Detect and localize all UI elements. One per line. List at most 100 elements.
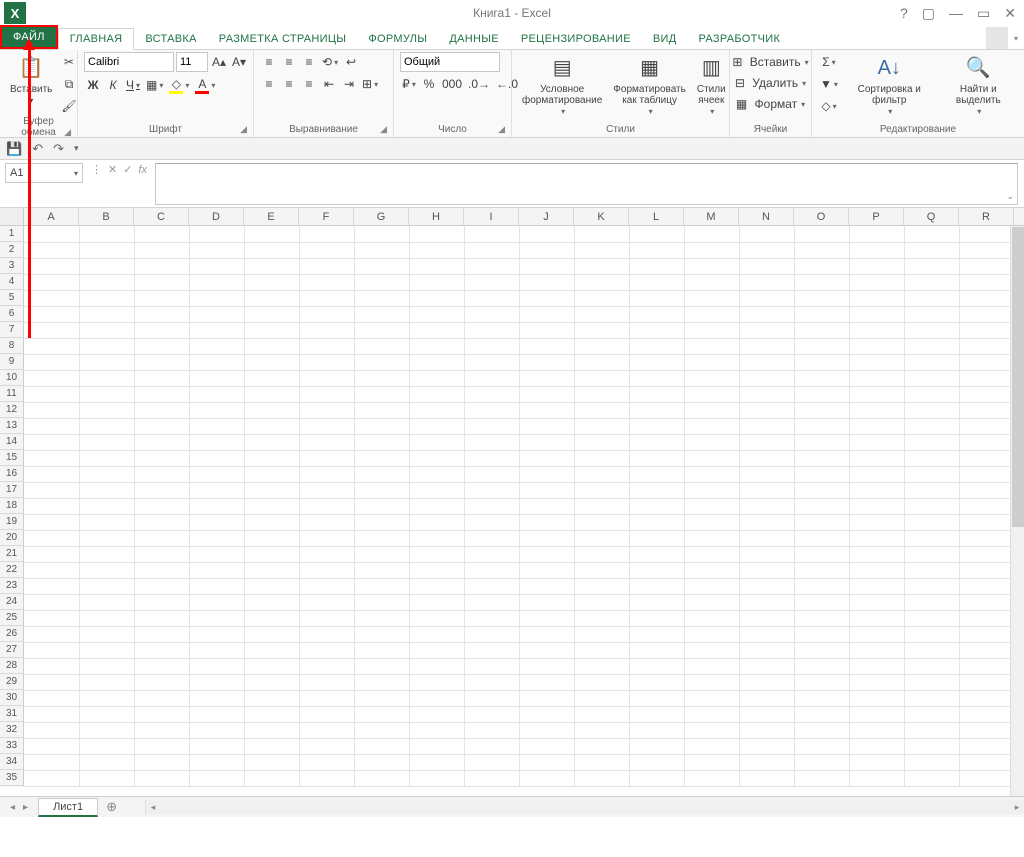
cell[interactable] bbox=[739, 306, 794, 322]
cell[interactable] bbox=[409, 642, 464, 658]
cell[interactable] bbox=[519, 482, 574, 498]
cell[interactable] bbox=[24, 690, 79, 706]
column-header[interactable]: A bbox=[24, 208, 79, 225]
cell[interactable] bbox=[904, 450, 959, 466]
cell[interactable] bbox=[574, 322, 629, 338]
cell[interactable] bbox=[574, 674, 629, 690]
cell[interactable] bbox=[519, 530, 574, 546]
cell[interactable] bbox=[629, 690, 684, 706]
cell[interactable] bbox=[739, 578, 794, 594]
cell[interactable] bbox=[574, 242, 629, 258]
cell[interactable] bbox=[244, 466, 299, 482]
clipboard-dialog-icon[interactable]: ◢ bbox=[64, 127, 71, 138]
cell[interactable] bbox=[24, 258, 79, 274]
cell[interactable] bbox=[189, 242, 244, 258]
cell[interactable] bbox=[629, 706, 684, 722]
cell[interactable] bbox=[904, 642, 959, 658]
cell[interactable] bbox=[904, 274, 959, 290]
cell[interactable] bbox=[519, 626, 574, 642]
tab-review[interactable]: РЕЦЕНЗИРОВАНИЕ bbox=[510, 29, 642, 49]
cell[interactable] bbox=[134, 338, 189, 354]
scroll-thumb[interactable] bbox=[1012, 227, 1024, 527]
cell[interactable] bbox=[904, 738, 959, 754]
cell[interactable] bbox=[299, 418, 354, 434]
cell[interactable] bbox=[574, 594, 629, 610]
cell[interactable] bbox=[739, 514, 794, 530]
percent-button[interactable]: % bbox=[420, 74, 438, 94]
cell[interactable] bbox=[464, 450, 519, 466]
cell[interactable] bbox=[409, 306, 464, 322]
cell[interactable] bbox=[409, 482, 464, 498]
cell[interactable] bbox=[739, 674, 794, 690]
cell[interactable] bbox=[629, 578, 684, 594]
column-header[interactable]: C bbox=[134, 208, 189, 225]
cell[interactable] bbox=[629, 546, 684, 562]
cell[interactable] bbox=[739, 322, 794, 338]
cell[interactable] bbox=[629, 306, 684, 322]
cell[interactable] bbox=[299, 466, 354, 482]
cell[interactable] bbox=[189, 626, 244, 642]
find-select-button[interactable]: 🔍 Найти и выделить bbox=[939, 52, 1018, 119]
cell[interactable] bbox=[684, 226, 739, 242]
cell[interactable] bbox=[79, 754, 134, 770]
cell[interactable] bbox=[794, 626, 849, 642]
align-bottom-button[interactable]: ≡ bbox=[300, 52, 318, 72]
cell[interactable] bbox=[574, 546, 629, 562]
cell[interactable] bbox=[354, 258, 409, 274]
enter-formula-icon[interactable]: ✓ bbox=[123, 163, 132, 176]
cell[interactable] bbox=[24, 434, 79, 450]
cell[interactable] bbox=[849, 626, 904, 642]
cell[interactable] bbox=[959, 434, 1014, 450]
cell[interactable] bbox=[134, 226, 189, 242]
cell[interactable] bbox=[959, 738, 1014, 754]
cell[interactable] bbox=[904, 402, 959, 418]
cell[interactable] bbox=[684, 338, 739, 354]
cell[interactable] bbox=[189, 466, 244, 482]
cell[interactable] bbox=[189, 386, 244, 402]
cell[interactable] bbox=[79, 690, 134, 706]
cell[interactable] bbox=[409, 450, 464, 466]
cell[interactable] bbox=[574, 562, 629, 578]
cell[interactable] bbox=[24, 498, 79, 514]
cell[interactable] bbox=[134, 306, 189, 322]
cell[interactable] bbox=[519, 466, 574, 482]
cell[interactable] bbox=[739, 594, 794, 610]
user-avatar[interactable] bbox=[986, 27, 1008, 49]
cell[interactable] bbox=[299, 450, 354, 466]
cell[interactable] bbox=[464, 242, 519, 258]
cell[interactable] bbox=[959, 722, 1014, 738]
cell[interactable] bbox=[684, 434, 739, 450]
cell[interactable] bbox=[629, 530, 684, 546]
cell[interactable] bbox=[574, 402, 629, 418]
cell[interactable] bbox=[959, 226, 1014, 242]
cell[interactable] bbox=[79, 610, 134, 626]
cell[interactable] bbox=[299, 370, 354, 386]
cell[interactable] bbox=[574, 658, 629, 674]
cell[interactable] bbox=[904, 626, 959, 642]
cell[interactable] bbox=[794, 418, 849, 434]
column-header[interactable]: F bbox=[299, 208, 354, 225]
cell[interactable] bbox=[189, 690, 244, 706]
format-painter-button[interactable]: 🖌 bbox=[59, 96, 78, 116]
cell[interactable] bbox=[739, 626, 794, 642]
cell[interactable] bbox=[519, 322, 574, 338]
cell[interactable] bbox=[79, 290, 134, 306]
cell[interactable] bbox=[409, 514, 464, 530]
name-box[interactable]: A1 ▾ bbox=[5, 163, 83, 183]
cell[interactable] bbox=[739, 546, 794, 562]
cell[interactable] bbox=[684, 354, 739, 370]
cell[interactable] bbox=[794, 274, 849, 290]
cell[interactable] bbox=[189, 754, 244, 770]
cell[interactable] bbox=[24, 610, 79, 626]
cell[interactable] bbox=[849, 258, 904, 274]
cell[interactable] bbox=[24, 562, 79, 578]
cell[interactable] bbox=[794, 738, 849, 754]
sheet-nav-next-icon[interactable]: ▸ bbox=[23, 802, 28, 813]
row-header[interactable]: 26 bbox=[0, 626, 24, 642]
cell[interactable] bbox=[794, 658, 849, 674]
column-header[interactable]: D bbox=[189, 208, 244, 225]
cell[interactable] bbox=[134, 642, 189, 658]
cell[interactable] bbox=[629, 738, 684, 754]
cell[interactable] bbox=[519, 338, 574, 354]
cell[interactable] bbox=[574, 354, 629, 370]
